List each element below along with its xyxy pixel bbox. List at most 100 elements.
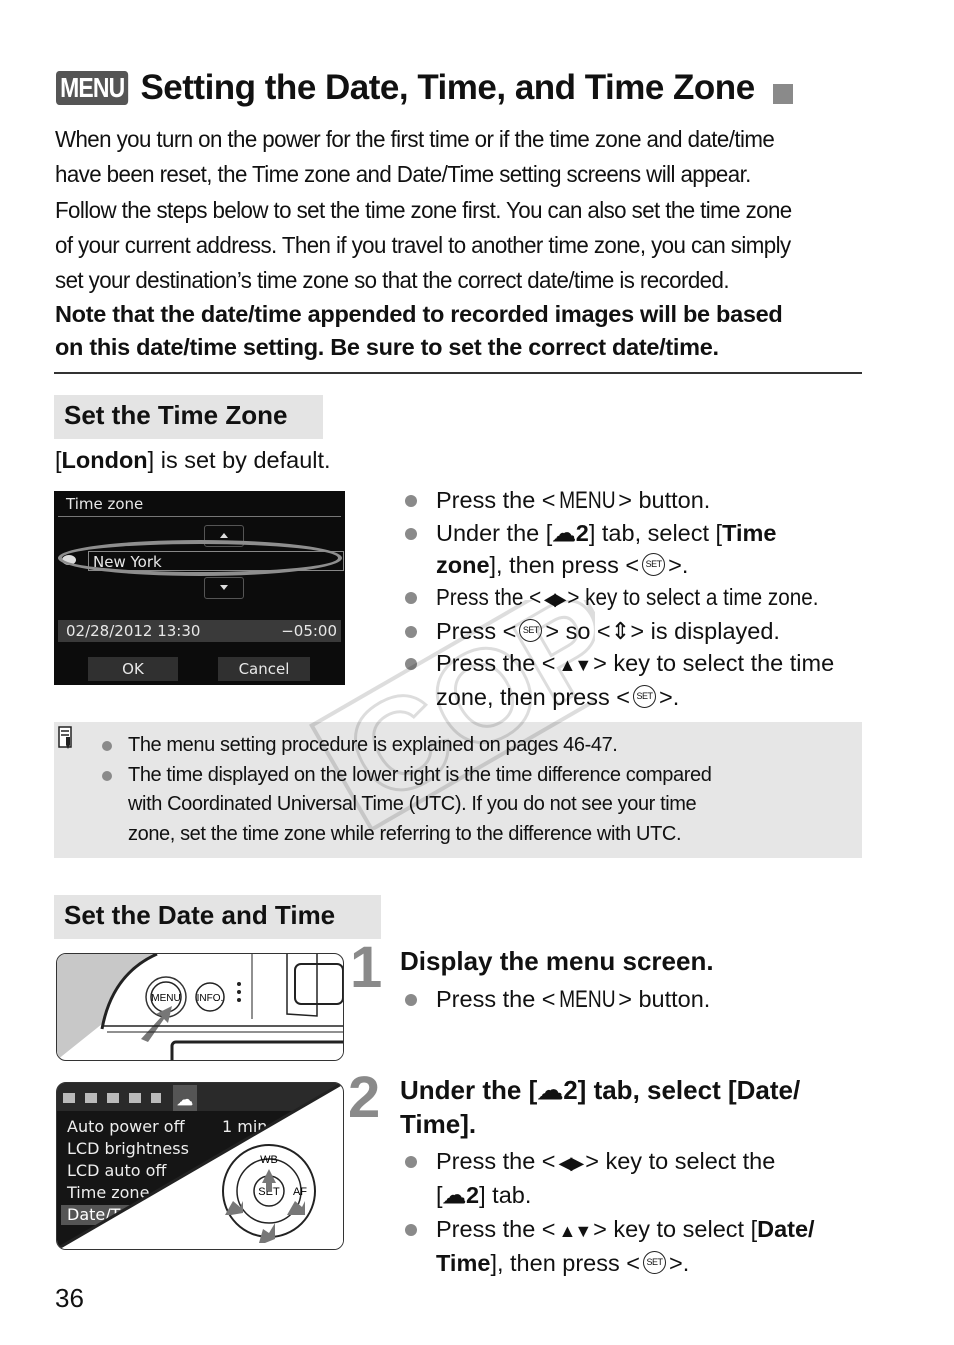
menu-item: LCD auto off	[67, 1161, 167, 1180]
setup-tab-icon: ☁	[177, 1092, 193, 1109]
up-down-key-icon: ▲▼	[558, 1221, 593, 1241]
memo-list: The menu setting procedure is explained …	[98, 731, 858, 849]
spin-down-button	[204, 577, 244, 599]
bullet-icon	[102, 741, 112, 751]
text: with Coordinated Universal Time (UTC). I…	[128, 793, 697, 815]
step-title: Under the [☁2] tab, select [Date/ Time].	[400, 1073, 800, 1141]
list-item: The time displayed on the lower right is…	[98, 761, 858, 850]
list-item: Press the < MENU > button.	[400, 983, 870, 1016]
setup-tab-icon: ☁2	[442, 1182, 480, 1208]
text: Press the <	[436, 1148, 556, 1174]
default-city-text: [London] is set by default.	[55, 447, 331, 474]
camera-timezone-screen: Time zone New York 02/28/2012 13:30 −05:…	[54, 491, 345, 685]
dial-right-label: AF	[293, 1186, 307, 1198]
intro-line: have been reset, the Time zone and Date/…	[55, 161, 751, 188]
step-2-bullets: Press the < ◀▶ > key to select the [☁2] ta…	[400, 1145, 870, 1279]
list-item: Under the [☁2] tab, select [Time zone], t…	[400, 517, 870, 581]
utc-offset: −05:00	[281, 622, 337, 640]
bullet-icon	[405, 658, 417, 670]
note-line: on this date/time setting. Be sure to se…	[55, 333, 719, 360]
bullet-icon	[102, 770, 112, 781]
note-line: Note that the date/time appended to reco…	[55, 301, 783, 327]
screen-divider	[58, 516, 341, 517]
bullet-icon	[405, 592, 417, 604]
up-down-key-icon: ▲▼	[558, 655, 593, 675]
set-button-icon: SET	[643, 1251, 667, 1275]
memo-box: The menu setting procedure is explained …	[54, 722, 862, 858]
list-item: Press the < ◀▶ > key to select a time zone…	[400, 581, 870, 615]
bullet-icon	[405, 495, 417, 507]
camera-back-drawing: MENU INFO.	[57, 954, 343, 1060]
default-suffix: ] is set by default.	[147, 447, 331, 473]
screen-title: Time zone	[66, 495, 144, 513]
bullet-icon	[405, 1156, 417, 1168]
text: > key to select the time	[593, 650, 835, 676]
menu-icon: MENU	[56, 71, 129, 105]
setup-tab-icon: ☁2	[552, 520, 589, 546]
set-button-icon: SET	[519, 619, 543, 643]
menu-item-name: Date/	[757, 1216, 815, 1242]
memo-note-icon	[58, 726, 72, 749]
text: >.	[669, 1250, 690, 1276]
section-heading-time-zone: Set the Time Zone	[54, 395, 323, 439]
text: ], then press <	[490, 1250, 641, 1276]
text: > button.	[618, 487, 711, 513]
ok-button: OK	[88, 657, 178, 681]
text: > key to select the	[585, 1148, 776, 1174]
text: > key to select [	[593, 1216, 758, 1242]
highlight-oval	[58, 540, 342, 576]
up-arrow-icon	[220, 533, 228, 538]
menu-button-label: MENU	[151, 993, 180, 1004]
step-number: 2	[348, 1065, 381, 1130]
text: Press <	[436, 618, 517, 644]
camera-menu-button-illustration: MENU INFO.	[56, 953, 344, 1061]
text: zone, then press <	[436, 684, 631, 710]
text: >.	[659, 684, 680, 710]
list-item: Press < SET > so <⇕> is displayed.	[400, 615, 870, 647]
page-title-text: Setting the Date, Time, and Time Zone	[140, 68, 755, 107]
text: Press the <	[436, 986, 556, 1012]
time-zone-steps: Press the < MENU > button. Under the [☁2] …	[400, 484, 870, 713]
step-title-line: Under the [☁2] tab, select [Date/	[400, 1075, 801, 1105]
datetime-value: 02/28/2012 13:30	[66, 622, 201, 640]
text: The time displayed on the lower right is…	[128, 763, 712, 786]
section-marker-icon	[772, 84, 793, 104]
text: Under the [	[436, 520, 553, 546]
left-right-key-icon: ◀▶	[558, 1153, 585, 1173]
bullet-icon	[405, 528, 417, 540]
list-item: Press the < MENU > button.	[400, 484, 870, 517]
list-item: Press the < ◀▶ > key to select the [☁2] ta…	[400, 1145, 870, 1211]
intro-line: set your destination’s time zone so that…	[55, 267, 730, 294]
step-title: Display the menu screen.	[400, 946, 714, 976]
list-item: The menu setting procedure is explained …	[98, 731, 858, 761]
bullet-icon	[405, 994, 417, 1006]
text: Press the <	[436, 584, 542, 610]
text: The menu setting procedure is explained …	[128, 734, 618, 756]
text: > so <	[545, 618, 611, 644]
intro-line: of your current address. Then if you tra…	[55, 231, 791, 258]
left-right-key-icon: ◀▶	[543, 589, 567, 609]
section-heading-date-time: Set the Date and Time	[54, 895, 381, 939]
menu-button-icon: MENU	[558, 986, 616, 1013]
text: zone, set the time zone while referring …	[128, 822, 682, 845]
setup-menu-dial-illustration: ☁ Auto power off 1 min LCD brightness LC…	[56, 1082, 344, 1250]
datetime-bar: 02/28/2012 13:30 −05:00	[58, 620, 341, 642]
bullet-icon	[405, 1224, 417, 1236]
important-note: Note that the date/time appended to reco…	[55, 298, 865, 363]
text: > is displayed.	[630, 618, 780, 644]
menu-item-name: Time	[722, 520, 777, 546]
up-down-select-icon: ⇕	[610, 618, 631, 644]
intro-paragraph: When you turn on the power for the first…	[55, 122, 841, 298]
divider	[54, 372, 862, 374]
intro-line: Follow the steps below to set the time z…	[55, 196, 792, 223]
text: ] tab, select [	[588, 520, 723, 546]
menu-button-icon: MENU	[558, 487, 616, 514]
menu-item: Time zone	[66, 1183, 149, 1202]
intro-line: When you turn on the power for the first…	[55, 126, 775, 152]
list-item: Press the < ▲▼ > key to select [Date/ Time…	[400, 1213, 870, 1279]
page-number: 36	[55, 1283, 84, 1313]
down-arrow-icon	[220, 585, 228, 590]
step-number: 1	[350, 935, 383, 1000]
info-button-label: INFO.	[197, 993, 224, 1004]
step-title-line: Time].	[400, 1109, 477, 1139]
